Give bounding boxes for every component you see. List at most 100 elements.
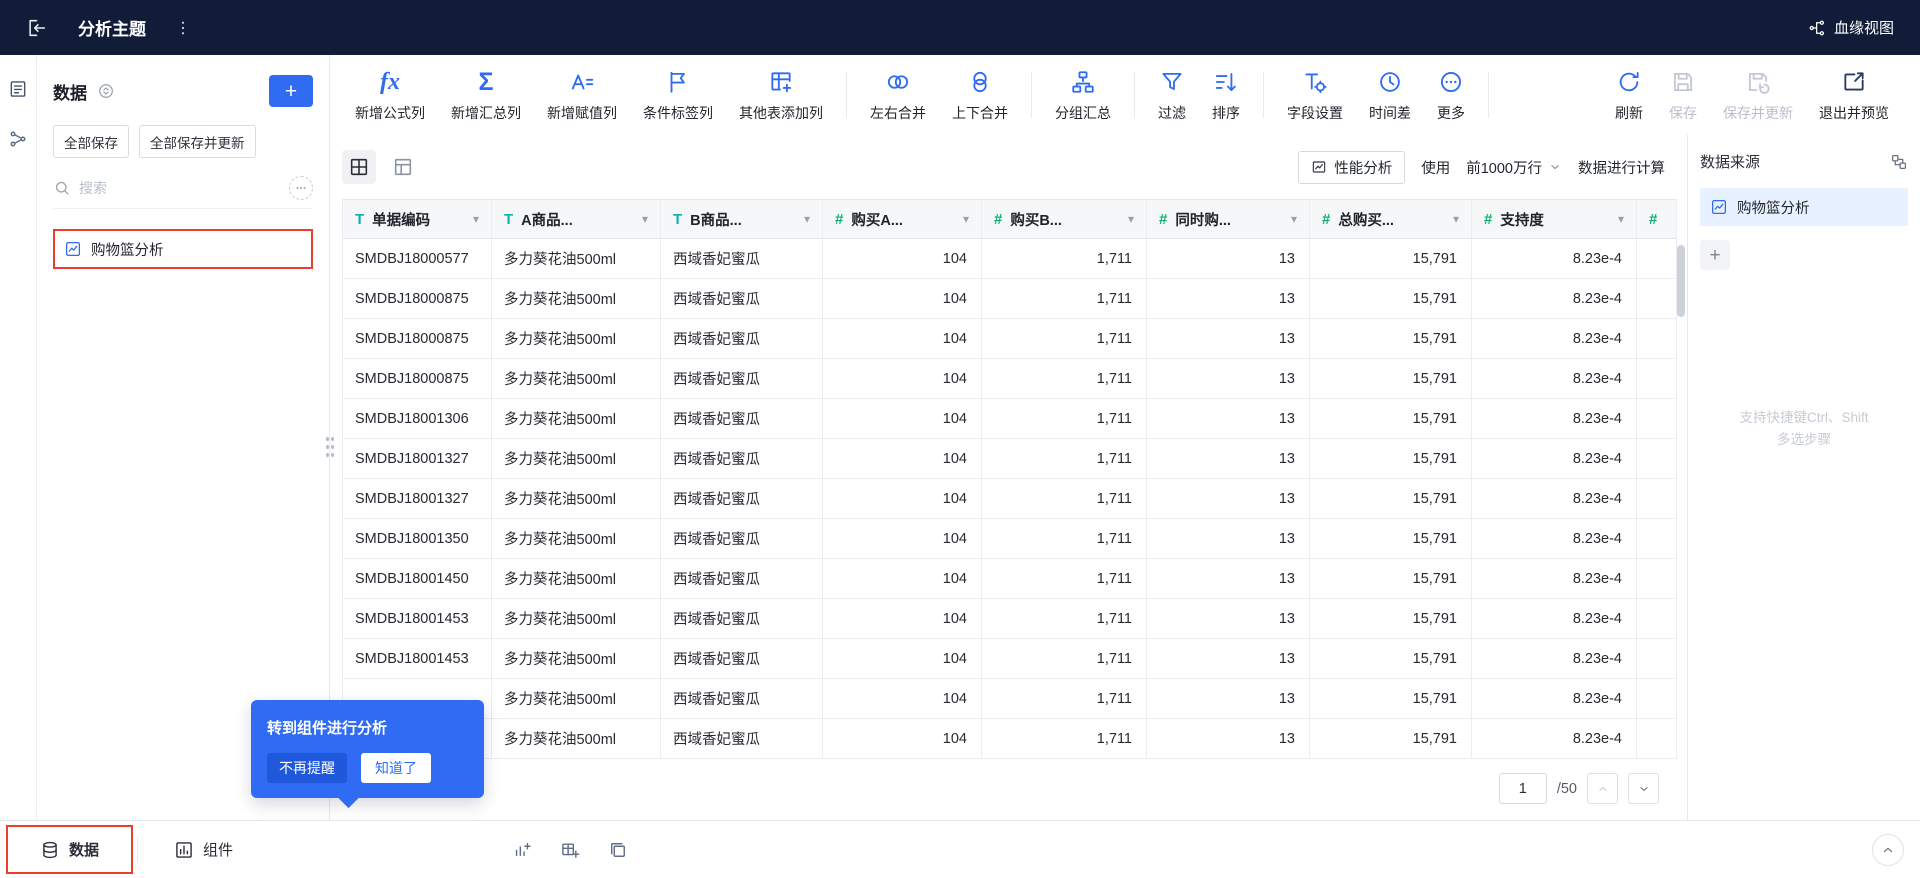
page-number-input[interactable] xyxy=(1499,773,1547,804)
share-flow-icon[interactable] xyxy=(8,129,28,149)
table-cell: 8.23e-4 xyxy=(1472,599,1637,639)
bottom-tab-data[interactable]: 数据 xyxy=(8,839,131,860)
lineage-view-button[interactable]: 血缘视图 xyxy=(1808,17,1894,38)
search-more-icon[interactable] xyxy=(289,176,313,200)
merge-left-right-button[interactable]: 左右合并 xyxy=(857,67,939,123)
time-diff-button[interactable]: 时间差 xyxy=(1356,67,1424,123)
filter-caret-icon[interactable]: ▾ xyxy=(1447,212,1459,226)
group-summary-button[interactable]: 分组汇总 xyxy=(1042,67,1124,123)
merge-lr-icon xyxy=(885,67,911,97)
table-cell: 13 xyxy=(1147,439,1310,479)
toolbar-separator xyxy=(846,72,847,118)
filter-icon xyxy=(1159,67,1185,97)
exit-door-icon[interactable] xyxy=(26,17,48,39)
flow-icon[interactable] xyxy=(1890,153,1908,171)
other-table-add-column-button[interactable]: 其他表添加列 xyxy=(726,67,836,123)
insert-chart-button[interactable] xyxy=(512,840,532,860)
column-header[interactable]: TA商品...▾ xyxy=(492,199,661,239)
table-cell: 1,711 xyxy=(982,639,1147,679)
table-cell: 104 xyxy=(823,439,982,479)
table-cell xyxy=(1637,639,1677,679)
column-header[interactable]: #总购买...▾ xyxy=(1310,199,1472,239)
dataset-item[interactable]: 购物篮分析 xyxy=(53,229,313,269)
sort-button[interactable]: 排序 xyxy=(1199,67,1253,123)
filter-caret-icon[interactable]: ▾ xyxy=(957,212,969,226)
field-settings-button[interactable]: 字段设置 xyxy=(1274,67,1356,123)
merge-tb-icon xyxy=(967,67,993,97)
grid-view-icon[interactable] xyxy=(342,150,376,184)
table-cell: SMDBJ18001453 xyxy=(342,639,492,679)
search-input[interactable] xyxy=(79,180,281,196)
column-header[interactable]: TB商品...▾ xyxy=(661,199,823,239)
add-dataset-button[interactable]: + xyxy=(269,75,313,107)
table-cell: 15,791 xyxy=(1310,599,1472,639)
column-header-label: 总购买... xyxy=(1338,209,1394,230)
assign-icon xyxy=(569,67,595,97)
column-header[interactable]: #购买A...▾ xyxy=(823,199,982,239)
table-cell: 104 xyxy=(823,479,982,519)
bottom-tab-component[interactable]: 组件 xyxy=(142,839,265,860)
toolbar-item-label: 新增公式列 xyxy=(355,103,425,123)
table-row: SMDBJ18001327多力葵花油500ml西域香妃蜜瓜1041,711131… xyxy=(342,439,1677,479)
filter-caret-icon[interactable]: ▾ xyxy=(798,212,810,226)
filter-caret-icon[interactable]: ▾ xyxy=(467,212,479,226)
column-header[interactable]: # xyxy=(1637,199,1677,239)
toolbar-item-label: 字段设置 xyxy=(1287,103,1343,123)
condition-tag-column-button[interactable]: 条件标签列 xyxy=(630,67,726,123)
more-button[interactable]: 更多 xyxy=(1424,67,1478,123)
merge-top-bottom-button[interactable]: 上下合并 xyxy=(939,67,1021,123)
table-area: 性能分析 使用 前1000万行 数据进行计算 T单据编码▾TA商品...▾TB商… xyxy=(330,135,1687,820)
column-header[interactable]: #支持度▾ xyxy=(1472,199,1637,239)
collapse-icon[interactable] xyxy=(97,82,115,100)
filter-caret-icon[interactable]: ▾ xyxy=(1122,212,1134,226)
save-all-button[interactable]: 全部保存 xyxy=(53,125,129,158)
column-header[interactable]: #同时购...▾ xyxy=(1147,199,1310,239)
column-header[interactable]: T单据编码▾ xyxy=(342,199,492,239)
table-view-icon[interactable] xyxy=(386,150,420,184)
save-all-update-button[interactable]: 全部保存并更新 xyxy=(139,125,256,158)
step-item[interactable]: 购物篮分析 xyxy=(1700,188,1908,226)
new-summary-column-button[interactable]: Σ新增汇总列 xyxy=(438,67,534,123)
sort-icon xyxy=(1213,67,1239,97)
workspace: fx 新增公式列 Σ新增汇总列新增赋值列条件标签列其他表添加列左右合并上下合并分组汇… xyxy=(330,55,1920,820)
table-cell: SMDBJ18001306 xyxy=(342,399,492,439)
text-type-icon: T xyxy=(504,211,513,228)
column-header[interactable]: #购买B...▾ xyxy=(982,199,1147,239)
table-cell: 13 xyxy=(1147,599,1310,639)
row-limit-dropdown[interactable]: 前1000万行 xyxy=(1466,157,1562,178)
filter-caret-icon[interactable]: ▾ xyxy=(636,212,648,226)
new-formula-column-button[interactable]: fx 新增公式列 xyxy=(342,67,438,123)
got-it-button[interactable]: 知道了 xyxy=(361,753,431,783)
page-down-button[interactable] xyxy=(1628,773,1659,804)
performance-analysis-button[interactable]: 性能分析 xyxy=(1298,151,1405,184)
table-cell: 多力葵花油500ml xyxy=(492,519,661,559)
filter-caret-icon[interactable]: ▾ xyxy=(1285,212,1297,226)
data-table-zone: T单据编码▾TA商品...▾TB商品...▾#购买A...▾#购买B...▾#同… xyxy=(342,199,1687,759)
bottom-bar: 数据组件 xyxy=(0,820,1920,878)
table-cell: 西域香妃蜜瓜 xyxy=(661,719,823,759)
refresh-button[interactable]: 刷新 xyxy=(1602,67,1656,123)
table-cell: 西域香妃蜜瓜 xyxy=(661,679,823,719)
exit-and-preview-button[interactable]: 退出并预览 xyxy=(1806,67,1902,123)
table-cell: 1,711 xyxy=(982,719,1147,759)
filter-button[interactable]: 过滤 xyxy=(1145,67,1199,123)
panel-resize-handle[interactable] xyxy=(325,435,334,459)
table-cell: 13 xyxy=(1147,359,1310,399)
insert-table-button[interactable] xyxy=(560,840,580,860)
collapse-panel-button[interactable] xyxy=(1872,834,1904,866)
sidebar-save-row: 全部保存 全部保存并更新 xyxy=(53,125,313,158)
table-cell: SMDBJ18001350 xyxy=(342,519,492,559)
guide-tooltip: 转到组件进行分析 不再提醒 知道了 xyxy=(251,700,484,798)
table-cell: 西域香妃蜜瓜 xyxy=(661,639,823,679)
filter-caret-icon[interactable]: ▾ xyxy=(1612,212,1624,226)
add-step-button[interactable]: + xyxy=(1700,240,1730,270)
table-cell: 西域香妃蜜瓜 xyxy=(661,239,823,279)
edit-board-icon[interactable] xyxy=(8,79,28,99)
duplicate-button[interactable] xyxy=(608,840,628,860)
new-assign-column-button[interactable]: 新增赋值列 xyxy=(534,67,630,123)
dont-remind-button[interactable]: 不再提醒 xyxy=(267,753,347,783)
vertical-scrollbar[interactable] xyxy=(1677,245,1685,317)
kebab-menu-icon[interactable] xyxy=(174,19,192,37)
table-cell: 15,791 xyxy=(1310,679,1472,719)
fx-icon: fx xyxy=(380,67,400,97)
